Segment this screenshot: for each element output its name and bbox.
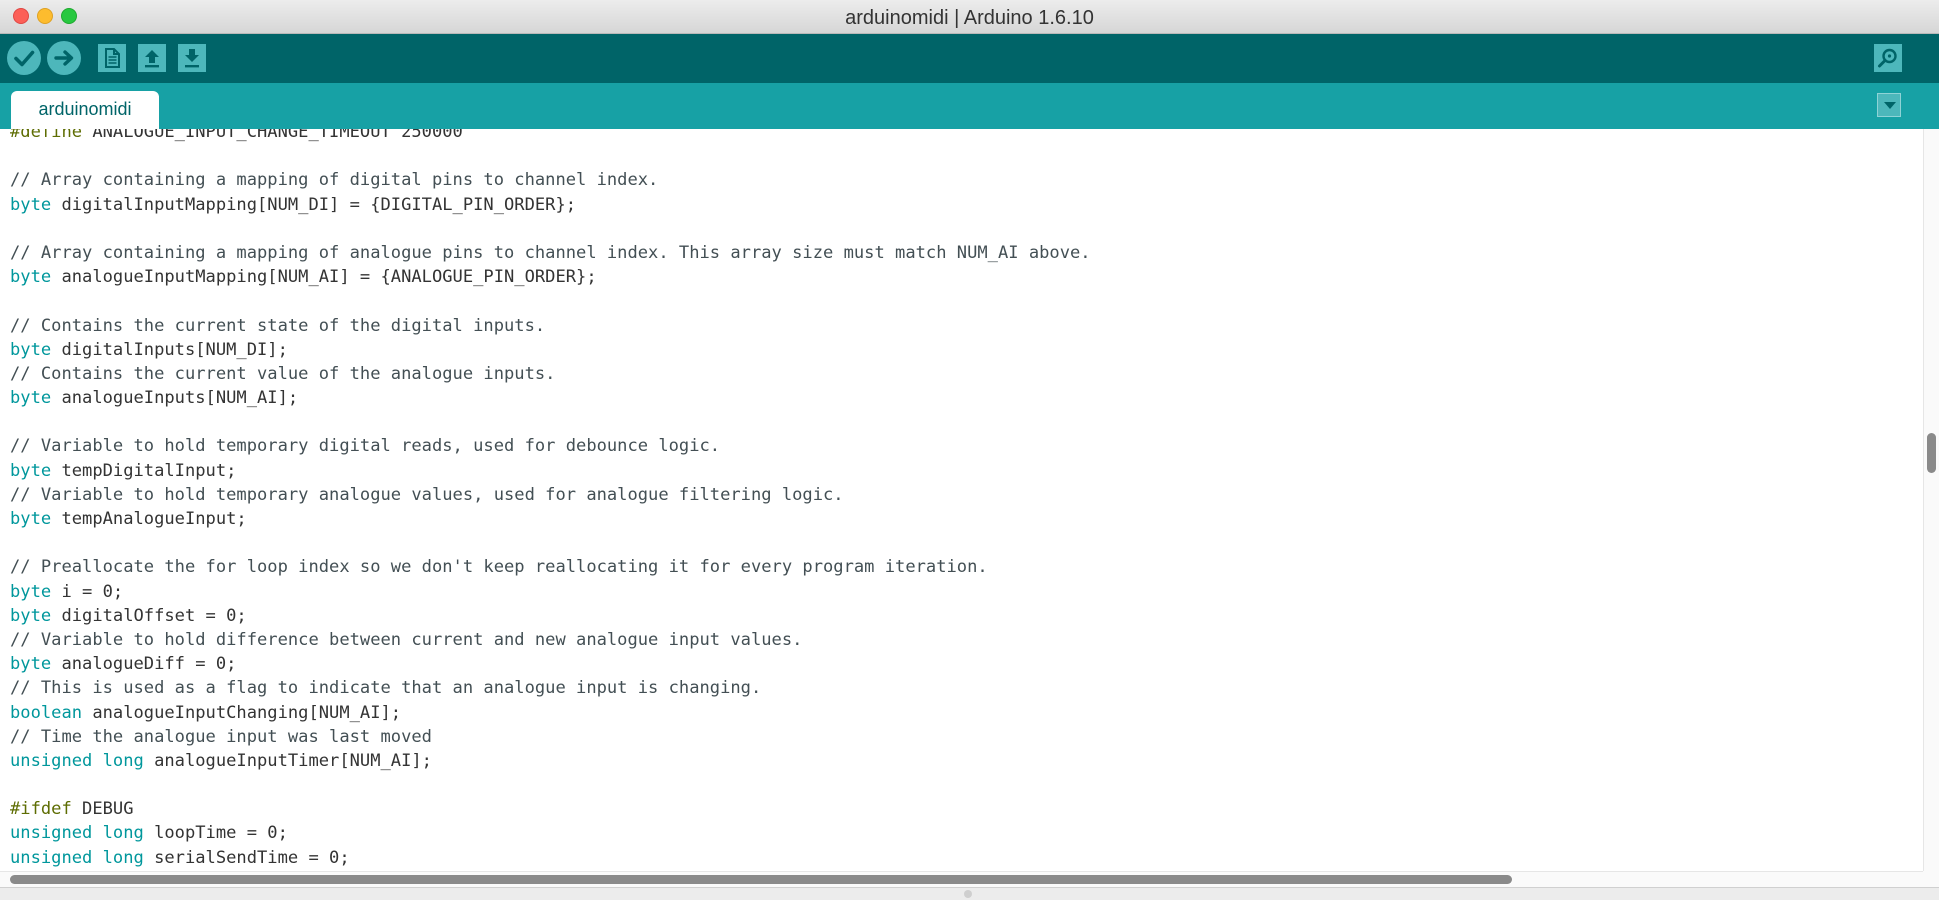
code-line: // Array containing a mapping of digital… <box>10 168 1091 192</box>
console-divider[interactable] <box>0 887 1939 900</box>
comment-token: // Variable to hold difference between c… <box>10 629 803 650</box>
code-token: digitalInputMapping[NUM_DI] = {DIGITAL_P… <box>51 194 577 215</box>
horizontal-scrollbar[interactable] <box>0 871 1923 887</box>
tab-menu-chevron-down-icon[interactable] <box>1877 93 1901 117</box>
code-line: byte tempDigitalInput; <box>10 459 1091 483</box>
vertical-scrollbar[interactable] <box>1923 129 1939 871</box>
code-token: analogueInputMapping[NUM_AI] = {ANALOGUE… <box>51 267 597 288</box>
keyword-token: byte <box>10 509 52 529</box>
code-line: #define ANALOGUE_INPUT_CHANGE_TIMEOUT 25… <box>10 129 1091 144</box>
preprocessor-token: #define <box>10 129 83 142</box>
code-line: // Contains the current value of the ana… <box>10 362 1091 386</box>
keyword-token: byte <box>10 267 52 288</box>
code-token: digitalOffset = 0; <box>51 605 247 626</box>
code-line: boolean analogueInputChanging[NUM_AI]; <box>10 701 1091 725</box>
code-line: byte tempAnalogueInput; <box>10 507 1091 531</box>
code-line: byte digitalInputMapping[NUM_DI] = {DIGI… <box>10 193 1091 217</box>
comment-token: // Variable to hold temporary digital re… <box>10 436 721 457</box>
comment-token: // Array containing a mapping of digital… <box>10 170 659 191</box>
code-token: serialSendTime = 0; <box>143 847 350 868</box>
comment-token: // Variable to hold temporary analogue v… <box>10 484 844 505</box>
code-token: analogueInputChanging[NUM_AI]; <box>82 702 402 723</box>
comment-token: // Preallocate the for loop index so we … <box>10 557 988 578</box>
code-line: byte analogueDiff = 0; <box>10 652 1091 676</box>
magnifier-icon <box>1878 48 1897 68</box>
keyword-token: byte <box>10 460 52 481</box>
verify-button[interactable] <box>7 41 41 75</box>
code-line: byte digitalOffset = 0; <box>10 604 1091 628</box>
upload-button[interactable] <box>47 41 81 75</box>
keyword-token: byte <box>10 605 52 626</box>
keyword-token: byte <box>10 194 52 215</box>
code-line: // Variable to hold temporary digital re… <box>10 434 1091 458</box>
code-token: tempAnalogueInput; <box>51 509 247 529</box>
code-line: // Preallocate the for loop index so we … <box>10 555 1091 579</box>
comment-token: // Time the analogue input was last move… <box>10 726 432 747</box>
title-bar: arduinomidi | Arduino 1.6.10 <box>0 0 1939 34</box>
keyword-token: byte <box>10 654 52 675</box>
keyword-token: unsigned long <box>10 823 144 844</box>
code-line: // Variable to hold difference between c… <box>10 628 1091 652</box>
comment-token: // This is used as a flag to indicate th… <box>10 678 762 699</box>
code-token: ANALOGUE_INPUT_CHANGE_TIMEOUT 250000 <box>82 129 463 142</box>
preprocessor-token: #ifdef <box>10 799 72 820</box>
code-line: // This is used as a flag to indicate th… <box>10 676 1091 700</box>
code-line: // Variable to hold temporary analogue v… <box>10 483 1091 507</box>
keyword-token: byte <box>10 581 52 602</box>
code-token: DEBUG <box>71 799 134 820</box>
keyword-token: byte <box>10 339 52 360</box>
code-line: // Array containing a mapping of analogu… <box>10 241 1091 265</box>
keyword-token: unsigned long <box>10 750 144 771</box>
open-button[interactable] <box>138 44 166 72</box>
code-token: loopTime = 0; <box>143 823 288 844</box>
arrow-down-icon <box>185 49 199 68</box>
comment-token: // Array containing a mapping of analogu… <box>10 242 1091 263</box>
code-line: // Contains the current state of the dig… <box>10 314 1091 338</box>
code-line: #ifdef DEBUG <box>10 797 1091 821</box>
code-line: byte digitalInputs[NUM_DI]; <box>10 338 1091 362</box>
resize-handle-icon[interactable] <box>964 890 972 898</box>
code-line: byte i = 0; <box>10 580 1091 604</box>
tab-arduinomidi[interactable]: arduinomidi <box>11 91 159 129</box>
check-icon <box>14 50 35 67</box>
code-line: byte analogueInputs[NUM_AI]; <box>10 386 1091 410</box>
code-token: analogueInputs[NUM_AI]; <box>51 388 299 409</box>
scroll-corner <box>1923 871 1939 887</box>
comment-token: // Contains the current state of the dig… <box>10 315 546 336</box>
code-token: i = 0; <box>51 581 124 602</box>
code-token: analogueDiff = 0; <box>51 654 237 675</box>
code-line: unsigned long serialSendTime = 0; <box>10 846 1091 870</box>
new-file-icon <box>105 48 120 68</box>
tab-bar: arduinomidi <box>0 83 1939 129</box>
toolbar <box>0 34 1939 83</box>
code-token: analogueInputTimer[NUM_AI]; <box>143 750 432 771</box>
code-line: // Time the analogue input was last move… <box>10 725 1091 749</box>
arrow-up-icon <box>145 50 159 68</box>
keyword-token: boolean <box>10 702 83 723</box>
arrow-right-icon <box>54 50 74 66</box>
new-sketch-button[interactable] <box>98 44 126 72</box>
code-editor[interactable]: #define ANALOGUE_INPUT_CHANGE_TIMEOUT 25… <box>0 129 1923 871</box>
code-line: unsigned long analogueInputTimer[NUM_AI]… <box>10 749 1091 773</box>
code-token: tempDigitalInput; <box>51 460 237 481</box>
code-token: digitalInputs[NUM_DI]; <box>51 339 288 360</box>
code-text[interactable]: #define ANALOGUE_INPUT_CHANGE_TIMEOUT 25… <box>10 129 1091 870</box>
code-line: unsigned long loopTime = 0; <box>10 821 1091 845</box>
vertical-scroll-thumb[interactable] <box>1927 433 1936 473</box>
save-button[interactable] <box>178 44 206 72</box>
window-title: arduinomidi | Arduino 1.6.10 <box>845 7 1094 29</box>
serial-monitor-button[interactable] <box>1874 44 1902 72</box>
keyword-token: unsigned long <box>10 847 144 868</box>
code-line: byte analogueInputMapping[NUM_AI] = {ANA… <box>10 265 1091 289</box>
keyword-token: byte <box>10 388 52 409</box>
comment-token: // Contains the current value of the ana… <box>10 363 556 384</box>
horizontal-scroll-thumb[interactable] <box>10 875 1512 884</box>
